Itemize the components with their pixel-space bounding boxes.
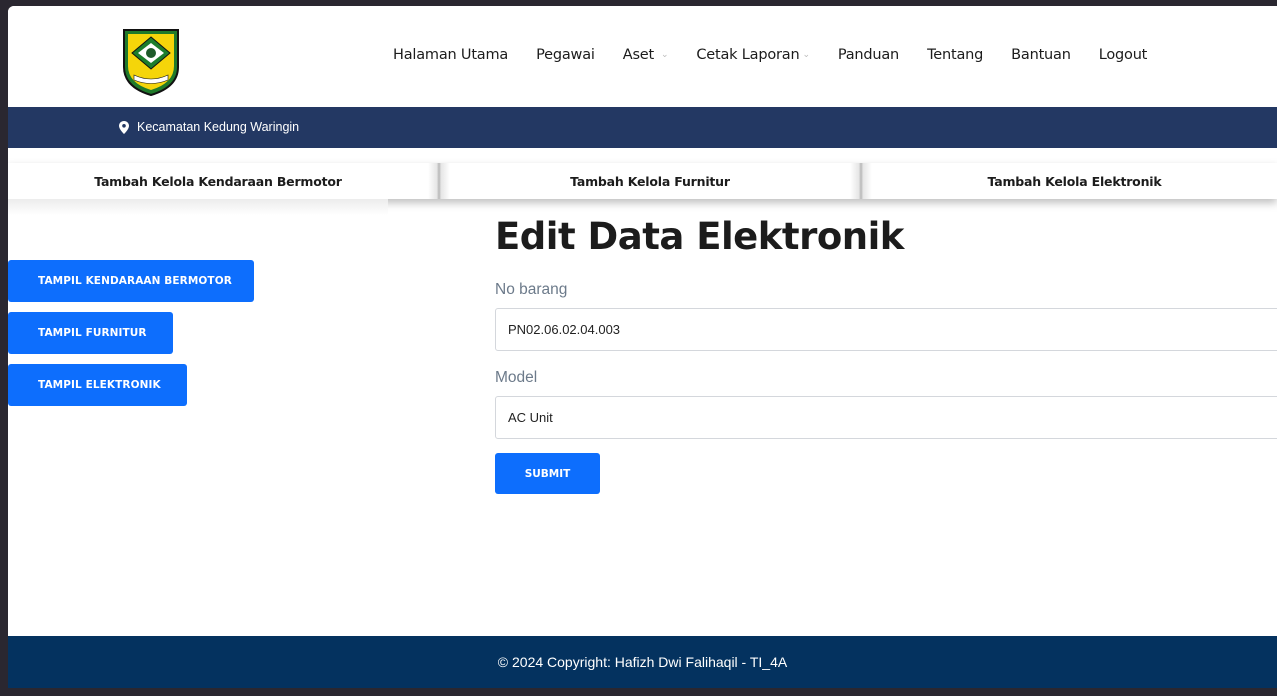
tab-divider <box>428 163 450 199</box>
nav-label: Bantuan <box>1011 47 1071 63</box>
chevron-down-icon: ⌄ <box>661 50 669 60</box>
nav-label: Logout <box>1098 47 1148 63</box>
nav-label: Tentang <box>927 47 984 63</box>
nav-halaman-utama[interactable]: Halaman Utama <box>393 47 508 63</box>
model-label: Model <box>495 369 538 386</box>
nav-label: Halaman Utama <box>393 47 509 63</box>
decorative-shadow <box>8 199 388 215</box>
page-title: Edit Data Elektronik <box>495 215 904 258</box>
main-nav: Halaman Utama Pegawai Aset ⌄ Cetak Lapora… <box>393 47 1175 63</box>
copyright-text: © 2024 Copyright: Hafizh Dwi Falihaqil -… <box>497 654 788 670</box>
tab-kendaraan-bermotor[interactable]: Tambah Kelola Kendaraan Bermotor <box>8 163 428 199</box>
nav-label: Pegawai <box>536 47 595 63</box>
nav-pegawai[interactable]: Pegawai <box>536 47 595 63</box>
nav-tentang[interactable]: Tentang <box>927 47 983 63</box>
location-text: Kecamatan Kedung Waringin <box>137 120 300 134</box>
no-barang-input[interactable] <box>495 308 1277 351</box>
browser-page: Halaman Utama Pegawai Aset ⌄ Cetak Lapora… <box>8 6 1277 688</box>
footer: © 2024 Copyright: Hafizh Dwi Falihaqil -… <box>8 636 1277 688</box>
logo[interactable] <box>120 27 182 97</box>
no-barang-label: No barang <box>495 281 568 298</box>
submit-button[interactable]: SUBMIT <box>495 453 600 494</box>
header: Halaman Utama Pegawai Aset ⌄ Cetak Lapora… <box>8 6 1277 107</box>
nav-logout[interactable]: Logout <box>1098 47 1148 63</box>
location-info: Kecamatan Kedung Waringin <box>119 120 299 134</box>
nav-bantuan[interactable]: Bantuan <box>1011 47 1071 63</box>
model-input[interactable] <box>495 396 1277 439</box>
tampil-furnitur-button[interactable]: TAMPIL FURNITUR <box>8 312 173 354</box>
tab-elektronik[interactable]: Tambah Kelola Elektronik <box>872 163 1277 199</box>
chevron-down-icon: ⌄ <box>802 50 810 60</box>
nav-aset-dropdown[interactable]: Aset ⌄ <box>623 47 669 63</box>
tampil-elektronik-button[interactable]: TAMPIL ELEKTRONIK <box>8 364 187 406</box>
tab-strip: Tambah Kelola Kendaraan Bermotor Tambah … <box>8 163 1277 199</box>
nav-cetak-laporan-dropdown[interactable]: Cetak Laporan ⌄ <box>696 47 810 63</box>
nav-label: Panduan <box>837 47 900 63</box>
nav-label: Aset <box>622 47 655 63</box>
tab-furnitur[interactable]: Tambah Kelola Furnitur <box>450 163 850 199</box>
nav-label: Cetak Laporan <box>696 47 800 63</box>
tampil-kendaraan-button[interactable]: TAMPIL KENDARAAN BERMOTOR <box>8 260 254 302</box>
nav-panduan[interactable]: Panduan <box>838 47 899 63</box>
info-bar: Kecamatan Kedung Waringin <box>8 107 1277 148</box>
regency-emblem-icon <box>123 29 179 97</box>
tab-divider <box>850 163 872 199</box>
map-pin-icon <box>119 120 129 134</box>
